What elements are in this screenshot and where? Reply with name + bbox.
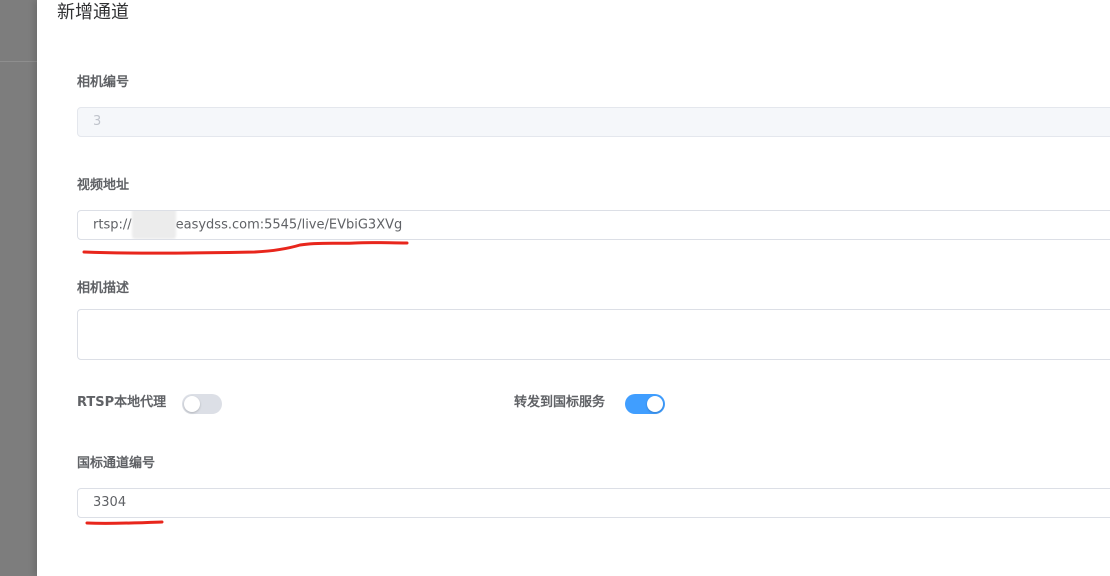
gb-channel-id-input[interactable]: 3304 (77, 488, 1110, 518)
gb-channel-id-label: 国标通道编号 (77, 456, 156, 471)
rtsp-proxy-switch[interactable] (182, 394, 222, 414)
camera-desc-textarea[interactable] (77, 309, 1110, 360)
gb-channel-id-value: 3304 (93, 495, 127, 510)
camera-id-label: 相机编号 (77, 75, 130, 90)
rtsp-proxy-label: RTSP本地代理 (77, 395, 167, 410)
camera-desc-label: 相机描述 (77, 281, 130, 296)
page-backdrop (0, 0, 37, 576)
video-url-label: 视频地址 (77, 178, 130, 193)
forward-gb-label: 转发到国标服务 (514, 395, 606, 410)
switch-knob (647, 396, 663, 412)
backdrop-divider (0, 61, 37, 62)
video-url-input[interactable]: rtsp:// easydss.com:5545/live/EVbiG3XVg (77, 210, 1110, 240)
video-url-suffix: easydss.com:5545/live/EVbiG3XVg (175, 217, 403, 233)
video-url-prefix: rtsp:// (93, 217, 132, 233)
switch-knob (184, 396, 200, 412)
camera-id-input: 3 (77, 107, 1110, 137)
forward-gb-switch[interactable] (625, 394, 665, 414)
camera-id-value: 3 (93, 114, 102, 129)
redacted-host-mask (131, 211, 176, 239)
add-channel-dialog: 新增通道 相机编号 3 视频地址 rtsp:// easydss.com:5545… (37, 0, 1110, 576)
dialog-title: 新增通道 (57, 2, 129, 23)
